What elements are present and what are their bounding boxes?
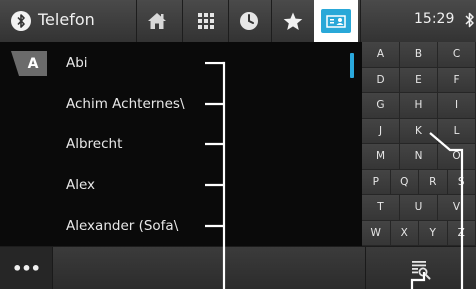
more-options-button[interactable]: ••• (0, 247, 52, 289)
contact-item[interactable]: Achim Achternes\ (66, 96, 185, 112)
key-l[interactable]: L (438, 118, 476, 144)
bluetooth-icon (11, 11, 31, 31)
contact-list[interactable] (0, 42, 362, 246)
key-f[interactable]: F (438, 67, 476, 93)
app-title: Telefon (38, 10, 95, 29)
key-a[interactable]: A (362, 42, 400, 68)
bluetooth-status-icon (465, 12, 474, 28)
key-x[interactable]: X (390, 220, 419, 246)
keypad-button[interactable] (186, 0, 226, 42)
recent-calls-icon (240, 12, 258, 30)
home-icon (148, 13, 166, 29)
status-area: 15:29 (362, 0, 476, 42)
key-t[interactable]: T (362, 195, 400, 221)
key-u[interactable]: U (400, 195, 438, 221)
key-p[interactable]: P (362, 169, 391, 195)
keypad-icon (198, 13, 214, 29)
app-title-area: Telefon (0, 0, 136, 42)
bottom-bar: ••• (0, 246, 476, 289)
contact-item[interactable]: Alex (66, 177, 95, 193)
contact-item[interactable]: Albrecht (66, 136, 122, 152)
key-h[interactable]: H (400, 93, 438, 119)
index-letter-tab: A (11, 51, 47, 76)
key-y[interactable]: Y (419, 220, 448, 246)
star-icon (283, 12, 303, 30)
contact-item[interactable]: Alexander (Sofa\ (66, 218, 178, 234)
key-q[interactable]: Q (390, 169, 419, 195)
phone-screen: Telefon 15:29 A Abi Achim Achternes\ Alb… (0, 0, 476, 289)
key-s[interactable]: S (447, 169, 476, 195)
key-i[interactable]: I (438, 93, 476, 119)
key-n[interactable]: N (400, 144, 438, 170)
scrollbar-thumb[interactable] (350, 53, 354, 78)
contact-search-icon (412, 260, 431, 279)
key-o[interactable]: O (438, 144, 476, 170)
key-k[interactable]: K (400, 118, 438, 144)
contacts-icon (321, 9, 351, 33)
key-c[interactable]: C (438, 42, 476, 68)
contact-search-button[interactable] (366, 247, 476, 289)
key-j[interactable]: J (362, 118, 400, 144)
key-d[interactable]: D (362, 67, 400, 93)
key-v[interactable]: V (438, 195, 476, 221)
key-m[interactable]: M (362, 144, 400, 170)
key-w[interactable]: W (362, 220, 391, 246)
key-e[interactable]: E (400, 67, 438, 93)
contacts-button[interactable] (314, 0, 358, 42)
favorites-button[interactable] (272, 0, 314, 42)
home-button[interactable] (136, 0, 178, 42)
recent-calls-button[interactable] (229, 0, 269, 42)
key-z[interactable]: Z (447, 220, 476, 246)
clock: 15:29 (414, 11, 455, 27)
key-r[interactable]: R (419, 169, 448, 195)
key-b[interactable]: B (400, 42, 438, 68)
contact-item[interactable]: Abi (66, 55, 88, 71)
alphabet-keyboard: ABC DEF GHI JKL MNO PQRS TUV WXYZ (362, 42, 476, 246)
key-g[interactable]: G (362, 93, 400, 119)
top-bar: Telefon 15:29 (0, 0, 476, 42)
